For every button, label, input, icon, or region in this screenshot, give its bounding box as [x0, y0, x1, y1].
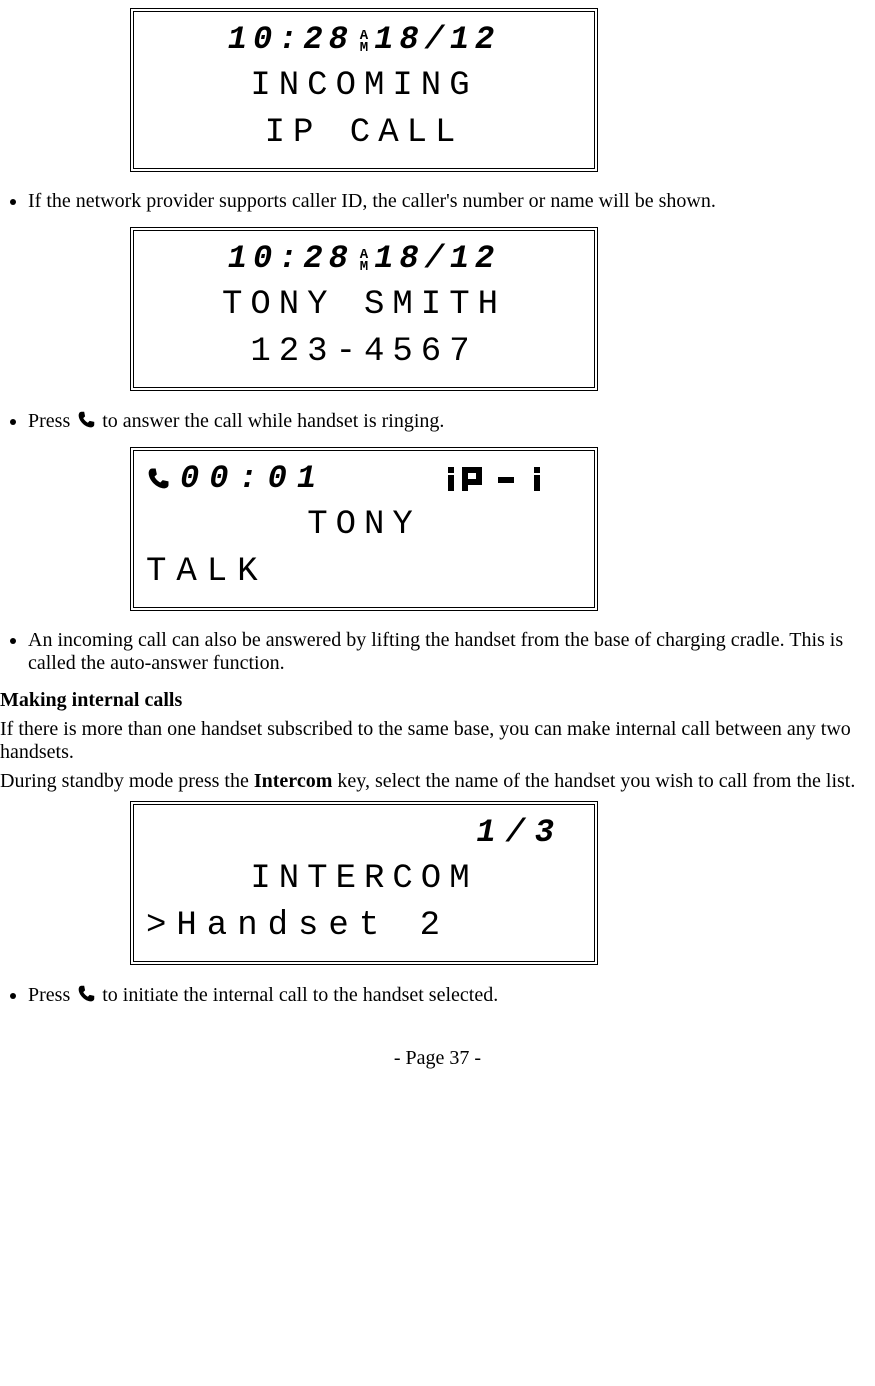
bullet-caller-id: If the network provider supports caller … [28, 190, 875, 213]
lcd-menu-item: >Handset 2 [144, 903, 584, 951]
talk-key-icon [75, 983, 97, 1005]
lcd-line2: INCOMING [144, 63, 584, 111]
para-internal-1: If there is more than one handset subscr… [0, 718, 875, 764]
ip-indicator-icon [444, 461, 584, 497]
lcd-time-row: 10:28 A M 18/12 [144, 237, 584, 282]
bullet-auto-answer: An incoming call can also be answered by… [28, 629, 875, 675]
lcd-date: 18/12 [374, 237, 500, 282]
lcd-counter: 1/3 [144, 811, 584, 856]
bullet-press-initiate: Press to initiate the internal call to t… [28, 983, 875, 1007]
lcd-elapsed: 00:01 [180, 457, 326, 502]
lcd-caller-name: TONY SMITH [144, 282, 584, 330]
lcd-display-talking: 00:01 TONY TALK [130, 447, 598, 611]
page-footer: - Page 37 - [0, 1047, 875, 1070]
lcd-caller-number: 123-4567 [144, 329, 584, 377]
lcd-time: 10:28 [228, 18, 354, 63]
bullet-press-answer: Press to answer the call while handset i… [28, 409, 875, 433]
lcd-display-incoming: 10:28 A M 18/12 INCOMING IP CALL [130, 8, 598, 172]
talk-key-icon [75, 409, 97, 431]
lcd-caller-name: TONY [144, 502, 584, 550]
lcd-date: 18/12 [374, 18, 500, 63]
lcd-display-caller-id: 10:28 A M 18/12 TONY SMITH 123-4567 [130, 227, 598, 391]
lcd-line3: IP CALL [144, 110, 584, 158]
lcd-menu-title: INTERCOM [144, 856, 584, 904]
lcd-status: TALK [144, 549, 584, 597]
lcd-ampm: A M [360, 249, 368, 274]
off-hook-icon [144, 465, 172, 493]
para-internal-2: During standby mode press the Intercom k… [0, 770, 875, 793]
lcd-ampm: A M [360, 30, 368, 55]
lcd-display-intercom: 1/3 INTERCOM >Handset 2 [130, 801, 598, 965]
lcd-time-row: 10:28 A M 18/12 [144, 18, 584, 63]
lcd-time: 10:28 [228, 237, 354, 282]
heading-internal-calls: Making internal calls [0, 689, 875, 712]
intercom-key-label: Intercom [254, 770, 333, 792]
lcd-status-row: 00:01 [144, 457, 584, 502]
